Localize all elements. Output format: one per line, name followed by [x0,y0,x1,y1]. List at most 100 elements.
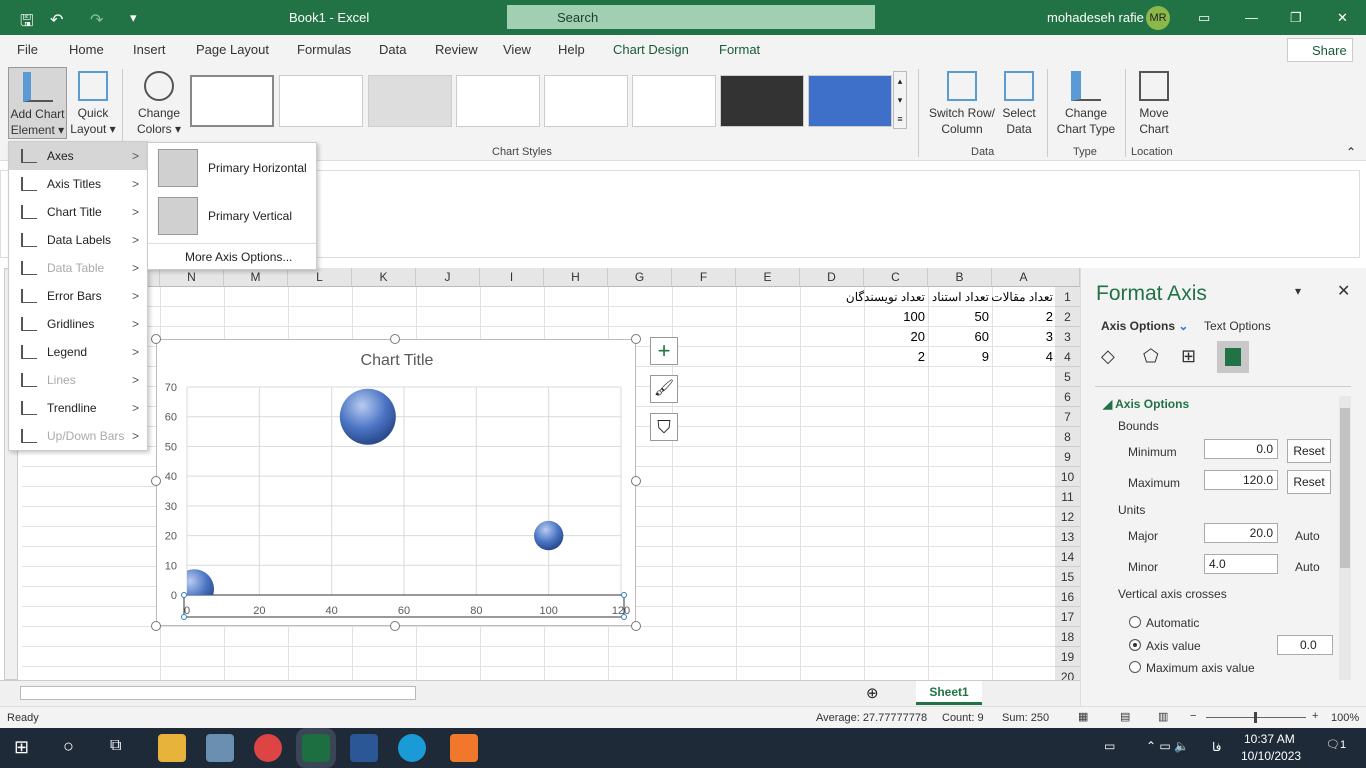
pane-options-icon[interactable]: ▾ [1295,284,1301,298]
cell-A4[interactable]: 4 [992,347,1056,367]
axis-handle[interactable] [621,592,627,598]
tab-view[interactable]: View [503,42,531,57]
add-sheet-icon[interactable]: ⊕ [866,684,879,702]
cell-B1[interactable]: تعداد استناد [928,287,992,307]
tab-insert[interactable]: Insert [133,42,166,57]
resize-handle[interactable] [390,621,400,631]
row-header-11[interactable]: 11 [1055,487,1080,507]
max-axis-value-radio[interactable] [1129,661,1141,673]
effects-icon[interactable]: ⬠ [1143,346,1159,367]
row-header-7[interactable]: 7 [1055,407,1080,427]
axis-options-section[interactable]: ◢ Axis Options [1103,397,1189,411]
resize-handle[interactable] [631,476,641,486]
menu-item-up-down-bars[interactable]: Up/Down Bars > [9,422,147,450]
column-header-A[interactable]: A [992,268,1056,287]
menu-item-data-labels[interactable]: Data Labels > [9,226,147,254]
reset-minimum-button[interactable]: Reset [1287,439,1331,463]
notifications-icon[interactable]: 🗨1 [1326,738,1346,751]
row-header-17[interactable]: 17 [1055,607,1080,627]
cell-B4[interactable]: 9 [928,347,992,367]
major-input[interactable]: 20.0 [1204,523,1278,543]
select-data-button[interactable]: Select Data [998,71,1040,137]
row-header-13[interactable]: 13 [1055,527,1080,547]
axis-value-input[interactable]: 0.0 [1277,635,1333,655]
cell-A1[interactable]: تعداد مقالات [991,287,1056,307]
row-header-14[interactable]: 14 [1055,547,1080,567]
column-header-F[interactable]: F [672,268,736,287]
menu-item-trendline[interactable]: Trendline > [9,394,147,422]
language-indicator[interactable]: فا [1212,740,1221,754]
row-header-5[interactable]: 5 [1055,367,1080,387]
axis-value-radio[interactable] [1129,639,1141,651]
chart-title[interactable]: Chart Title [157,352,637,370]
clock-time[interactable]: 10:37 AM [1244,732,1295,746]
resize-handle[interactable] [151,621,161,631]
fill-line-icon[interactable]: ◇ [1101,346,1115,367]
chart-style-6[interactable] [632,75,716,127]
chart[interactable]: 0 10 20 30 40 50 60 70 0 20 40 60 80 100 120 Chart Tit… [156,339,636,626]
automatic-radio[interactable] [1129,616,1141,628]
normal-view-icon[interactable]: ▦ [1078,710,1088,723]
chart-style-1[interactable] [190,75,274,127]
column-header-H[interactable]: H [544,268,608,287]
tab-file[interactable]: File [17,42,38,57]
bubble[interactable] [533,520,564,551]
resize-handle[interactable] [631,621,641,631]
redo-icon[interactable]: ↷ [90,10,103,30]
control-panel-icon[interactable] [206,734,234,762]
chart-style-5[interactable] [544,75,628,127]
select-all[interactable] [1055,268,1080,287]
file-explorer-icon[interactable] [158,734,186,762]
tab-text-options[interactable]: Text Options [1204,319,1271,333]
maximize-icon[interactable]: ❐ [1290,10,1302,26]
row-header-10[interactable]: 10 [1055,467,1080,487]
sheet-tab-sheet1[interactable]: Sheet1 [916,681,982,705]
axis-handle[interactable] [181,592,187,598]
pane-scrollbar[interactable] [1339,396,1351,680]
zoom-out-icon[interactable]: − [1190,710,1196,722]
page-break-view-icon[interactable]: ▥ [1158,710,1168,723]
row-header-16[interactable]: 16 [1055,587,1080,607]
change-colors-button[interactable]: Change Colors ▾ [132,71,186,137]
clock-date[interactable]: 10/10/2023 [1241,749,1301,763]
minimize-icon[interactable]: — [1245,10,1258,25]
column-header-D[interactable]: D [800,268,864,287]
tab-data[interactable]: Data [379,42,406,57]
chart-filter-icon[interactable]: ⛉ [650,413,678,441]
menu-item-lines[interactable]: Lines > [9,366,147,394]
cell-A2[interactable]: 2 [992,307,1056,327]
chart-style-3[interactable] [368,75,452,127]
share-button[interactable]: Share [1287,38,1353,62]
row-header-19[interactable]: 19 [1055,647,1080,667]
menu-item-primary-horizontal[interactable]: Primary Horizontal [148,143,316,191]
tab-home[interactable]: Home [69,42,104,57]
pane-close-icon[interactable]: ✕ [1337,281,1350,301]
reset-maximum-button[interactable]: Reset [1287,470,1331,494]
row-header-9[interactable]: 9 [1055,447,1080,467]
more-axis-options[interactable]: More Axis Options... [185,250,292,264]
column-header-C[interactable]: C [864,268,928,287]
search-box[interactable]: Search [507,5,875,29]
cell-B3[interactable]: 60 [928,327,992,347]
cell-C2[interactable]: 100 [864,307,928,327]
tab-axis-options[interactable]: Axis Options ⌄ [1101,319,1188,333]
minimum-input[interactable]: 0.0 [1204,439,1278,459]
move-chart-button[interactable]: Move Chart [1132,71,1176,137]
menu-item-data-table[interactable]: Data Table > [9,254,147,282]
menu-item-gridlines[interactable]: Gridlines > [9,310,147,338]
row-header-2[interactable]: 2 [1055,307,1080,327]
switch-row-column-button[interactable]: Switch Row/ Column [926,71,998,137]
column-header-N[interactable]: N [160,268,224,287]
cell-C4[interactable]: 2 [864,347,928,367]
column-header-L[interactable]: L [288,268,352,287]
chart-style-4[interactable] [456,75,540,127]
styles-scroll[interactable]: ▴ ▾ ≡ [893,71,907,129]
news-icon[interactable]: ▭ [1104,739,1115,753]
user-name[interactable]: mohadeseh rafie [1047,10,1144,25]
cell-A3[interactable]: 3 [992,327,1056,347]
axis-handle[interactable] [181,614,187,620]
menu-item-legend[interactable]: Legend > [9,338,147,366]
chart-styles-brush-icon[interactable]: 🖌 [650,375,678,403]
minor-input[interactable]: 4.0 [1204,554,1278,574]
axis-handle[interactable] [621,614,627,620]
